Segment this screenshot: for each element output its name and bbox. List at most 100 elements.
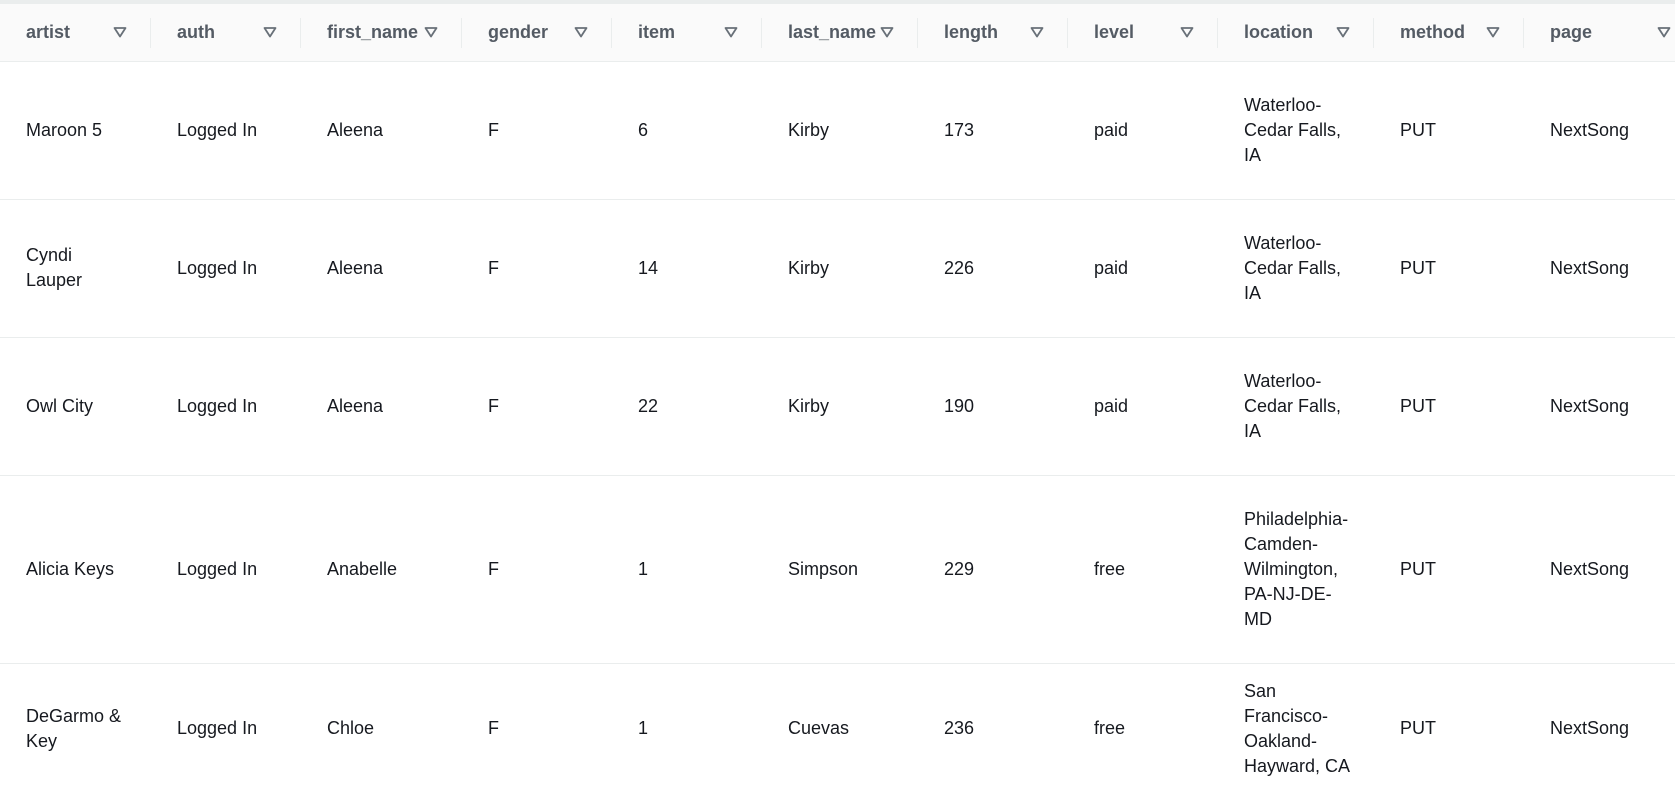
cell-location: Waterloo-Cedar Falls, IA	[1218, 199, 1374, 337]
cell-auth: Logged In	[177, 718, 258, 738]
cell-location-text: Waterloo-Cedar Falls, IA	[1244, 232, 1342, 303]
cell-level: paid	[1094, 257, 1129, 278]
cell-location-text: Waterloo-Cedar Falls, IA	[1244, 370, 1342, 441]
cell-artist: DeGarmo & Key	[0, 663, 151, 788]
cell-page: NextSong	[1550, 558, 1630, 579]
column-label: length	[944, 21, 998, 42]
cell-level: paid	[1094, 119, 1129, 140]
cell-auth: Logged In	[177, 119, 258, 140]
table-row: DeGarmo & Key Logged In Chloe F 1 Cuevas…	[0, 663, 1675, 788]
cell-first-name: Chloe	[327, 718, 375, 738]
column-label: artist	[26, 21, 71, 42]
sort-caret-down-icon[interactable]	[1180, 26, 1194, 38]
cell-auth: Logged In	[177, 395, 258, 416]
column-header-gender[interactable]: gender	[462, 0, 612, 62]
table-header: artist auth first_name gender item last_…	[0, 0, 1675, 62]
cell-gender: F	[488, 395, 499, 416]
cell-level: free	[1094, 718, 1126, 738]
column-header-location[interactable]: location	[1218, 0, 1374, 62]
cell-item: 14	[638, 257, 659, 278]
results-table-container: artist auth first_name gender item last_…	[0, 0, 1675, 788]
table-row: Maroon 5 Logged In Aleena F 6 Kirby 173 …	[0, 61, 1675, 199]
cell-gender: F	[488, 257, 499, 278]
cell-location: San Francisco-Oakland-Hayward, CA	[1218, 663, 1374, 788]
cell-location-text: Philadelphia-Camden-Wilmington, PA-NJ-DE…	[1244, 508, 1349, 629]
column-header-artist[interactable]: artist	[0, 0, 151, 62]
sort-caret-down-icon[interactable]	[424, 26, 438, 38]
cell-artist: Cyndi Lauper	[0, 199, 151, 337]
cell-length: 226	[944, 257, 975, 278]
sort-caret-down-icon[interactable]	[113, 26, 127, 38]
header-row: artist auth first_name gender item last_…	[0, 0, 1675, 62]
cell-artist: Alicia Keys	[26, 558, 115, 579]
cell-page: NextSong	[1550, 395, 1630, 416]
column-header-last-name[interactable]: last_name	[762, 0, 918, 62]
cell-method: PUT	[1400, 257, 1436, 278]
column-label: auth	[177, 21, 215, 42]
cell-artist: Maroon 5	[26, 119, 103, 140]
cell-length: 236	[944, 718, 975, 738]
cell-first-name: Aleena	[327, 257, 384, 278]
cell-last-name: Simpson	[788, 558, 859, 579]
sort-caret-down-icon[interactable]	[1030, 26, 1044, 38]
sort-caret-down-icon[interactable]	[263, 26, 277, 38]
cell-location-text: San Francisco-Oakland-Hayward, CA	[1244, 680, 1351, 776]
cell-length: 173	[944, 119, 975, 140]
cell-location-text: Waterloo-Cedar Falls, IA	[1244, 94, 1342, 165]
column-header-page[interactable]: page	[1524, 0, 1675, 62]
cell-method: PUT	[1400, 558, 1436, 579]
column-label: level	[1094, 21, 1135, 42]
column-header-auth[interactable]: auth	[151, 0, 301, 62]
cell-first-name: Aleena	[327, 395, 384, 416]
cell-method: PUT	[1400, 395, 1436, 416]
sort-caret-down-icon[interactable]	[1657, 26, 1671, 38]
cell-last-name: Kirby	[788, 119, 830, 140]
sort-caret-down-icon[interactable]	[724, 26, 738, 38]
cell-artist-text: DeGarmo & Key	[26, 705, 122, 751]
cell-last-name: Kirby	[788, 257, 830, 278]
sort-caret-down-icon[interactable]	[1486, 26, 1500, 38]
column-label: item	[638, 21, 676, 42]
cell-page: NextSong	[1550, 257, 1630, 278]
column-header-item[interactable]: item	[612, 0, 762, 62]
cell-location: Waterloo-Cedar Falls, IA	[1218, 337, 1374, 475]
table-row: Owl City Logged In Aleena F 22 Kirby 190…	[0, 337, 1675, 475]
cell-item: 1	[638, 558, 649, 579]
column-header-method[interactable]: method	[1374, 0, 1524, 62]
column-header-length[interactable]: length	[918, 0, 1068, 62]
column-label: page	[1550, 21, 1593, 42]
cell-item: 6	[638, 119, 649, 140]
cell-method: PUT	[1400, 119, 1436, 140]
column-label: method	[1400, 21, 1465, 42]
cell-location: Waterloo-Cedar Falls, IA	[1218, 61, 1374, 199]
table-body: Maroon 5 Logged In Aleena F 6 Kirby 173 …	[0, 61, 1675, 788]
column-header-first-name[interactable]: first_name	[301, 0, 462, 62]
cell-auth: Logged In	[177, 257, 258, 278]
cell-auth: Logged In	[177, 558, 258, 579]
table-row: Cyndi Lauper Logged In Aleena F 14 Kirby…	[0, 199, 1675, 337]
cell-length: 229	[944, 558, 975, 579]
column-label: location	[1244, 21, 1314, 42]
cell-last-name: Kirby	[788, 395, 830, 416]
cell-gender: F	[488, 558, 499, 579]
cell-page: NextSong	[1550, 718, 1630, 738]
sort-caret-down-icon[interactable]	[574, 26, 588, 38]
column-header-level[interactable]: level	[1068, 0, 1218, 62]
cell-level: free	[1094, 558, 1126, 579]
cell-page: NextSong	[1550, 119, 1630, 140]
sort-caret-down-icon[interactable]	[880, 26, 894, 38]
results-table: artist auth first_name gender item last_…	[0, 0, 1675, 788]
cell-location: Philadelphia-Camden-Wilmington, PA-NJ-DE…	[1218, 475, 1374, 663]
cell-first-name: Aleena	[327, 119, 384, 140]
cell-method: PUT	[1400, 718, 1436, 738]
sort-caret-down-icon[interactable]	[1336, 26, 1350, 38]
column-label: first_name	[327, 21, 419, 42]
cell-length: 190	[944, 395, 975, 416]
cell-item: 1	[638, 718, 649, 738]
cell-last-name: Cuevas	[788, 718, 850, 738]
cell-level: paid	[1094, 395, 1129, 416]
cell-gender: F	[488, 718, 499, 738]
cell-gender: F	[488, 119, 499, 140]
column-label: gender	[488, 21, 549, 42]
column-label: last_name	[788, 21, 877, 42]
